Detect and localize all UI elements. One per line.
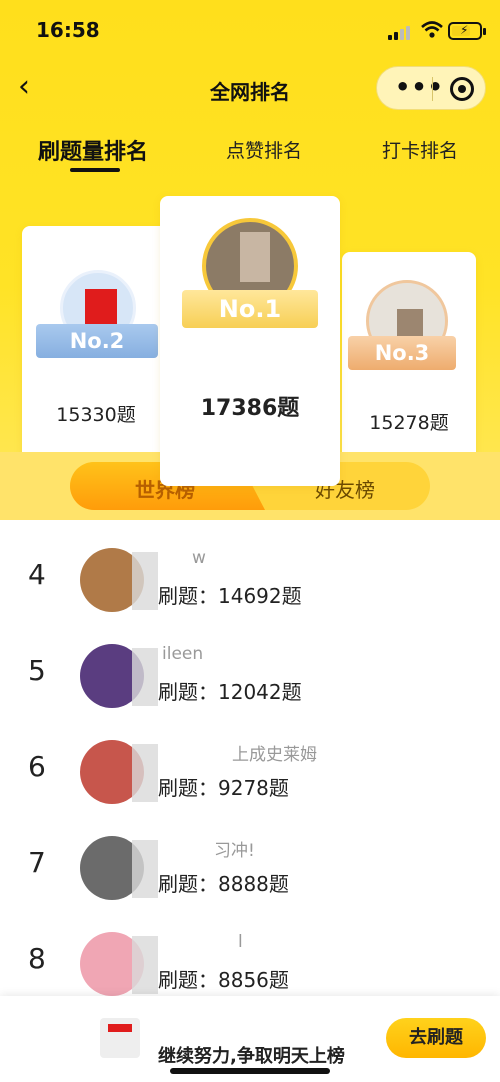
rank-number: 4: [28, 558, 46, 591]
rank-ribbon: No.3: [348, 336, 456, 370]
miniprogram-capsule: •••: [376, 66, 486, 110]
wifi-icon: [421, 21, 443, 38]
avatar: [100, 1018, 140, 1058]
list-item[interactable]: 5 ileen 刷题：12042题: [0, 630, 500, 726]
status-bar: 16:58 ⚡: [0, 14, 500, 48]
close-target-icon[interactable]: [450, 77, 474, 101]
user-name: 习冲!: [214, 841, 255, 861]
list-item[interactable]: 6 上成史莱姆 刷题：9278题: [0, 726, 500, 822]
rank-ribbon: No.2: [36, 324, 158, 358]
ranking-tabs: 刷题量排名 点赞排名 打卡排名: [0, 132, 500, 178]
list-item[interactable]: 7 习冲! 刷题：8888题: [0, 822, 500, 918]
go-practice-button[interactable]: 去刷题: [386, 1018, 486, 1058]
rank-ribbon: No.1: [182, 290, 318, 328]
question-count: 刷题：12042题: [158, 680, 302, 704]
question-count: 刷题：8856题: [158, 968, 289, 992]
podium-card-2[interactable]: No.2 15330题: [22, 226, 170, 486]
battery-icon: ⚡: [448, 22, 486, 40]
question-count: 刷题：9278题: [158, 776, 289, 800]
user-name: w: [192, 548, 206, 568]
tab-underline: [70, 168, 120, 172]
tab-question-count[interactable]: 刷题量排名: [38, 134, 148, 166]
nav-bar: ‹ 全网排名 •••: [0, 62, 500, 118]
status-time: 16:58: [36, 18, 100, 42]
list-item[interactable]: 4 w 刷题：14692题: [0, 534, 500, 630]
user-name: ileen: [162, 644, 204, 664]
home-indicator: [170, 1068, 330, 1074]
cellular-signal-icon: [388, 24, 414, 40]
rank-number: 5: [28, 654, 46, 687]
question-count: 刷题：14692题: [158, 584, 302, 608]
more-icon[interactable]: •••: [395, 73, 444, 101]
encourage-text: 继续努力,争取明天上榜: [158, 1046, 345, 1067]
podium-card-3[interactable]: No.3 15278题: [342, 252, 476, 486]
user-name: l: [238, 932, 243, 952]
user-name: 上成史莱姆: [232, 745, 317, 765]
tab-likes[interactable]: 点赞排名: [226, 136, 302, 163]
rank-number: 6: [28, 750, 46, 783]
podium-count: 15330题: [56, 404, 136, 426]
tab-checkin[interactable]: 打卡排名: [382, 136, 458, 163]
podium-count: 17386题: [200, 396, 300, 421]
podium-card-1[interactable]: No.1 17386题: [160, 196, 340, 486]
rank-number: 8: [28, 942, 46, 975]
podium-count: 15278题: [369, 412, 449, 434]
rank-number: 7: [28, 846, 46, 879]
question-count: 刷题：8888题: [158, 872, 289, 896]
